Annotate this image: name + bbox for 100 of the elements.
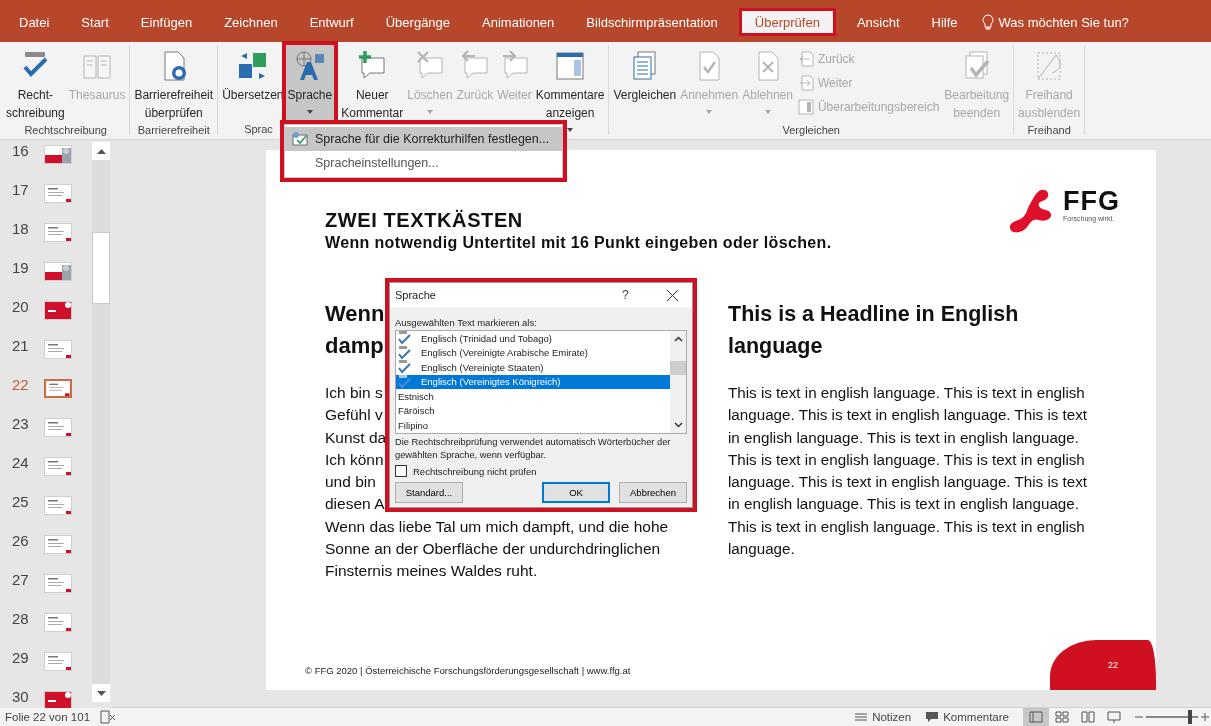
scroll-up-icon[interactable] xyxy=(96,148,106,154)
slide-thumbnail[interactable] xyxy=(44,613,72,632)
ribbon-button[interactable]: Übersetzen xyxy=(220,45,286,123)
slide-thumbnail[interactable] xyxy=(44,340,72,359)
ribbon-tab[interactable]: Entwurf xyxy=(293,8,370,36)
tell-me-field[interactable]: Was möchten Sie tun? xyxy=(998,14,1129,30)
scroll-down-icon[interactable] xyxy=(96,690,106,696)
slide-thumbnail[interactable] xyxy=(44,223,72,242)
ribbon-tab[interactable]: Bildschirmpräsentation xyxy=(570,8,734,36)
slide-number-label: 18 xyxy=(12,220,30,237)
ribbon-tab[interactable]: Zeichnen xyxy=(208,8,294,36)
list-item[interactable]: Filipino xyxy=(396,418,670,433)
close-icon[interactable] xyxy=(666,289,678,301)
notes-button[interactable]: Notizen xyxy=(854,711,912,723)
slide-thumbnail[interactable] xyxy=(44,262,72,281)
ribbon-tab[interactable]: Animationen xyxy=(466,8,571,36)
slideshow-view-icon xyxy=(1107,711,1121,723)
slide-thumbnail[interactable] xyxy=(44,145,72,164)
slide-number-label: 24 xyxy=(12,454,30,471)
pane-icon xyxy=(797,99,814,115)
slide-number-label: 20 xyxy=(12,298,30,315)
slide-number-label: 25 xyxy=(12,493,30,510)
ribbon-tab[interactable]: Ansicht xyxy=(840,8,916,36)
scrollbar[interactable] xyxy=(92,142,110,702)
checkbox-label: Rechtschreibung nicht prüfen xyxy=(413,465,537,477)
slide-thumbnail[interactable] xyxy=(44,535,72,554)
ribbon-tab[interactable]: Hilfe xyxy=(915,8,974,36)
spellcheck-icon xyxy=(398,374,412,389)
body-text: Wenn das liebe Tal um mich dampft, und die hohe xyxy=(325,516,669,537)
scrollbar-thumb[interactable] xyxy=(670,361,686,375)
slide-thumbnail[interactable] xyxy=(44,184,72,203)
zoom-slider-thumb[interactable] xyxy=(1188,710,1193,724)
scroll-down-icon[interactable] xyxy=(673,422,683,428)
dialog-title: Sprache xyxy=(395,289,437,301)
menu-item[interactable]: Sprache für die Korrekturhilfen festlegen... xyxy=(285,127,562,151)
ribbon-button[interactable]: Recht- schreibung xyxy=(4,45,67,124)
slide-number-label: 19 xyxy=(12,259,30,276)
accessibility-icon[interactable] xyxy=(100,710,117,724)
language-check-icon xyxy=(292,132,308,146)
slide-thumbnail[interactable] xyxy=(44,652,72,671)
body-text: Ich könn xyxy=(325,449,384,470)
slide-thumbnail[interactable] xyxy=(44,457,72,476)
body-text: Sonne an der Oberfläche der undurchdringlichen xyxy=(325,539,661,560)
document-next-icon xyxy=(797,75,814,91)
list-item[interactable]: Englisch (Vereinigtes Königreich) xyxy=(396,374,670,389)
column-heading: This is a Headline in English language xyxy=(728,301,1020,360)
body-text: Finsternis meines Waldes ruht. xyxy=(325,561,538,582)
list-item[interactable]: Estnisch xyxy=(396,389,670,404)
slide-number-label: 27 xyxy=(12,571,30,588)
language-list[interactable]: Englisch (Trinidad und Tobago) Englisch (Vereinigte Arabische Emirate) Englisch (Vereinigte Staaten) Englisch (Vereinigtes Königreich) Estnisch Färöisch Filipino xyxy=(395,330,687,434)
slide-number-label: 28 xyxy=(12,610,30,627)
document-previous-icon xyxy=(797,51,814,67)
slide-thumbnail[interactable] xyxy=(44,574,72,593)
dialog-button[interactable]: Abbrechen xyxy=(619,482,687,503)
ribbon-tab[interactable]: Übergänge xyxy=(369,8,467,36)
translate-icon xyxy=(236,50,269,82)
lightbulb-icon xyxy=(981,14,994,30)
scroll-up-icon[interactable] xyxy=(673,336,683,342)
comments-button[interactable]: Kommentare xyxy=(925,711,1009,723)
normal-view-icon xyxy=(1029,711,1043,723)
dialog-button[interactable]: Standard... xyxy=(395,482,463,503)
slide-thumbnail[interactable] xyxy=(44,496,72,515)
ribbon-tab[interactable]: Start xyxy=(65,8,125,36)
list-item[interactable]: Englisch (Vereinigte Staaten) xyxy=(396,360,670,375)
slide-title: ZWEI TEXTKÄSTEN xyxy=(325,208,524,232)
slide-number-label: 26 xyxy=(12,532,30,549)
scrollbar-thumb[interactable] xyxy=(92,232,110,304)
slide-thumbnail[interactable] xyxy=(44,301,72,320)
grid-view-icon xyxy=(1055,711,1069,723)
help-button[interactable]: ? xyxy=(622,288,652,302)
group-label: Rechtschreibung xyxy=(24,124,107,136)
column-heading: Wenn xyxy=(325,300,385,328)
slide-number-label: 22 xyxy=(12,376,30,393)
ribbon-tab[interactable]: Überprüfen xyxy=(738,8,836,36)
slide-number-label: 21 xyxy=(12,337,30,354)
dialog-button[interactable]: OK xyxy=(542,482,610,503)
globe-icon xyxy=(293,50,326,82)
body-text: diesen A xyxy=(325,494,385,515)
ribbon-button[interactable]: Neuer Kommentar xyxy=(339,45,406,124)
body-text: This is text in english language. This is text in english language. This is text in english language. This is text in english language. This is text in english language. This is text in english language. This is text in english language. This is text in english language. This is text in english language. This is text in english language. This is text in english language. This is text in english language. xyxy=(728,383,1089,560)
ribbon-button[interactable]: Vergleichen xyxy=(611,45,679,123)
ribbon-tab[interactable]: Datei xyxy=(3,8,66,36)
menu-item[interactable]: Spracheinstellungen... xyxy=(285,151,562,175)
slide-thumbnail[interactable] xyxy=(44,691,72,708)
ribbon-button[interactable]: Barrierefreiheit überprüfen xyxy=(132,45,216,124)
checkbox[interactable] xyxy=(395,465,407,477)
list-item[interactable]: Englisch (Trinidad und Tobago) xyxy=(396,331,670,346)
ribbon-tab[interactable]: Einfügen xyxy=(124,8,209,36)
zoom-in-icon[interactable] xyxy=(1201,713,1209,721)
slide-thumbnail[interactable] xyxy=(44,418,72,437)
slide-page-number: 22 xyxy=(1050,640,1156,690)
list-label: Ausgewählten Text markieren als: xyxy=(395,316,538,329)
list-item[interactable]: Englisch (Vereinigte Arabische Emirate) xyxy=(396,345,670,360)
slide-number-label: 17 xyxy=(12,181,30,198)
slide-thumbnail[interactable] xyxy=(44,379,72,398)
slide-counter: Folie 22 von 101 xyxy=(5,711,91,723)
column-heading: damp xyxy=(325,332,384,360)
list-item[interactable]: Färöisch xyxy=(396,403,670,418)
reading-view-icon xyxy=(1081,711,1095,723)
slide-number-label: 30 xyxy=(12,688,30,705)
